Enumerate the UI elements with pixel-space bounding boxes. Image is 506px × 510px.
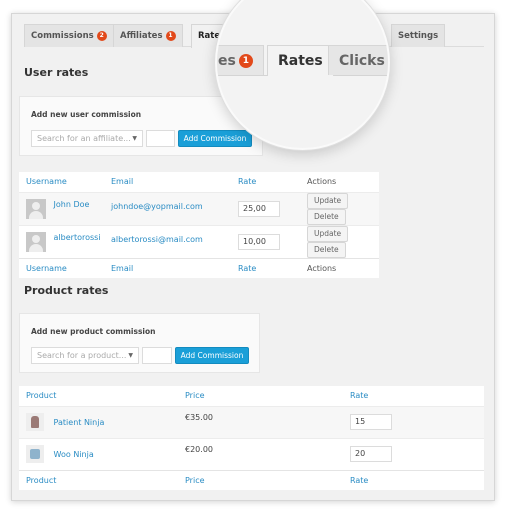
add-user-commission-label: Add new user commission <box>31 110 142 119</box>
table-footer: Username Email Rate Actions <box>19 258 379 278</box>
delete-button[interactable]: Delete <box>307 241 346 258</box>
count-badge: 1 <box>165 31 176 41</box>
product-price: €20.00 <box>185 437 350 470</box>
user-rates-table: Username Email Rate Actions John Doe joh… <box>19 172 379 278</box>
avatar <box>26 231 46 252</box>
tab-commissions[interactable]: Commissions 2 <box>24 24 114 47</box>
email-link[interactable]: albertorossi@mail.com <box>111 235 203 244</box>
magnified-tab-rates: Rates <box>267 45 334 76</box>
product-rates-table: Product Price Rate Patient Ninja €35.00 … <box>19 386 484 490</box>
affiliate-search-placeholder: Search for an affiliate... <box>37 134 131 143</box>
add-product-commission-label: Add new product commission <box>31 327 156 336</box>
chevron-down-icon: ▼ <box>128 352 133 359</box>
column-footer-email[interactable]: Email <box>111 258 238 278</box>
add-user-commission-button[interactable]: Add Commission <box>178 130 252 147</box>
column-footer-rate[interactable]: Rate <box>238 258 307 278</box>
update-button[interactable]: Update <box>307 192 349 209</box>
tab-label: Settings <box>398 31 439 41</box>
table-header: Product Price Rate <box>19 386 484 406</box>
product-rates-heading: Product rates <box>24 284 109 297</box>
column-footer-rate[interactable]: Rate <box>350 470 484 490</box>
username-link[interactable]: John Doe <box>54 200 90 209</box>
table-row: John Doe johndoe@yopmail.com 25,00 Updat… <box>19 191 379 225</box>
column-footer-actions: Actions <box>307 263 337 273</box>
rate-input[interactable]: 25,00 <box>238 200 280 217</box>
product-search-placeholder: Search for a product... <box>37 351 127 360</box>
column-header-product[interactable]: Product <box>19 386 185 406</box>
tab-label: Rates <box>278 53 323 69</box>
magnified-tab-affiliates: es 1 <box>217 45 264 75</box>
product-link[interactable]: Patient Ninja <box>54 418 105 427</box>
table-header: Username Email Rate Actions <box>19 172 379 192</box>
avatar <box>26 198 46 219</box>
tab-affiliates[interactable]: Affiliates 1 <box>113 24 183 47</box>
rate-input[interactable]: 15 <box>350 414 392 430</box>
column-footer-product[interactable]: Product <box>19 470 185 490</box>
rate-input[interactable]: 10,00 <box>238 233 280 250</box>
username-link[interactable]: albertorossi <box>54 233 101 242</box>
tab-label: es <box>218 53 236 69</box>
table-row: Patient Ninja €35.00 15 <box>19 405 484 438</box>
add-product-commission-box: Add new product commission Search for a … <box>19 313 260 373</box>
magnified-tab-clicks: Clicks <box>328 45 388 75</box>
delete-button[interactable]: Delete <box>307 208 346 225</box>
tab-settings[interactable]: Settings <box>391 24 446 47</box>
email-link[interactable]: johndoe@yopmail.com <box>111 202 203 211</box>
rate-input[interactable]: 20 <box>350 446 392 462</box>
chevron-down-icon: ▼ <box>132 135 137 142</box>
column-header-price[interactable]: Price <box>185 386 350 406</box>
add-product-commission-button[interactable]: Add Commission <box>175 347 249 364</box>
user-rate-input[interactable] <box>146 130 175 147</box>
affiliate-search-select[interactable]: Search for an affiliate... ▼ <box>31 130 143 147</box>
update-button[interactable]: Update <box>307 225 349 242</box>
table-row: albertorossi albertorossi@mail.com 10,00… <box>19 224 379 258</box>
product-thumbnail <box>26 413 44 431</box>
table-footer: Product Price Rate <box>19 470 484 490</box>
product-thumbnail <box>26 445 44 463</box>
tab-label: Clicks <box>339 53 385 69</box>
tab-label: Commissions <box>31 31 94 41</box>
column-header-rate[interactable]: Rate <box>350 386 484 406</box>
tab-label: Affiliates <box>120 31 163 41</box>
product-price: €35.00 <box>185 405 350 438</box>
column-header-rate[interactable]: Rate <box>238 172 307 192</box>
column-header-username[interactable]: Username <box>19 172 111 192</box>
count-badge: 1 <box>238 54 253 68</box>
product-link[interactable]: Woo Ninja <box>54 450 94 459</box>
count-badge: 2 <box>96 31 107 41</box>
column-footer-price[interactable]: Price <box>185 470 350 490</box>
product-search-select[interactable]: Search for a product... ▼ <box>31 347 139 364</box>
column-header-email[interactable]: Email <box>111 172 238 192</box>
product-rate-input[interactable] <box>142 347 172 364</box>
column-header-actions: Actions <box>307 177 337 187</box>
table-row: Woo Ninja €20.00 20 <box>19 437 484 470</box>
user-rates-heading: User rates <box>24 66 89 79</box>
column-footer-username[interactable]: Username <box>19 258 111 278</box>
